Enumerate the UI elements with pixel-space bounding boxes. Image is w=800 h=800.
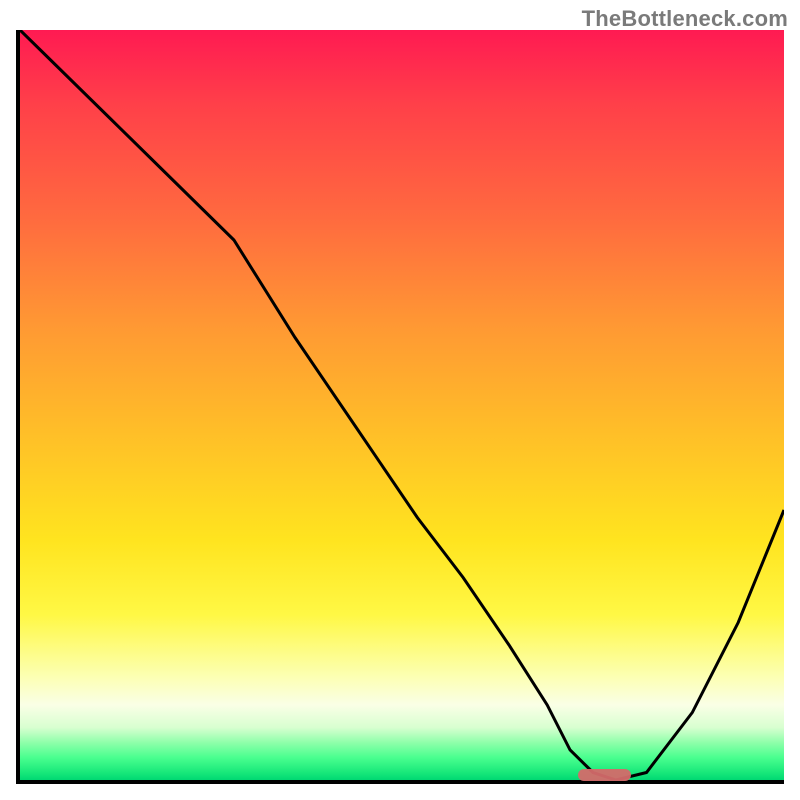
bottleneck-curve-path bbox=[20, 30, 784, 780]
watermark-text: TheBottleneck.com bbox=[582, 6, 788, 32]
chart-stage: TheBottleneck.com bbox=[0, 0, 800, 800]
optimal-range-marker bbox=[578, 769, 631, 781]
plot-area bbox=[16, 30, 784, 784]
curve-svg bbox=[20, 30, 784, 780]
